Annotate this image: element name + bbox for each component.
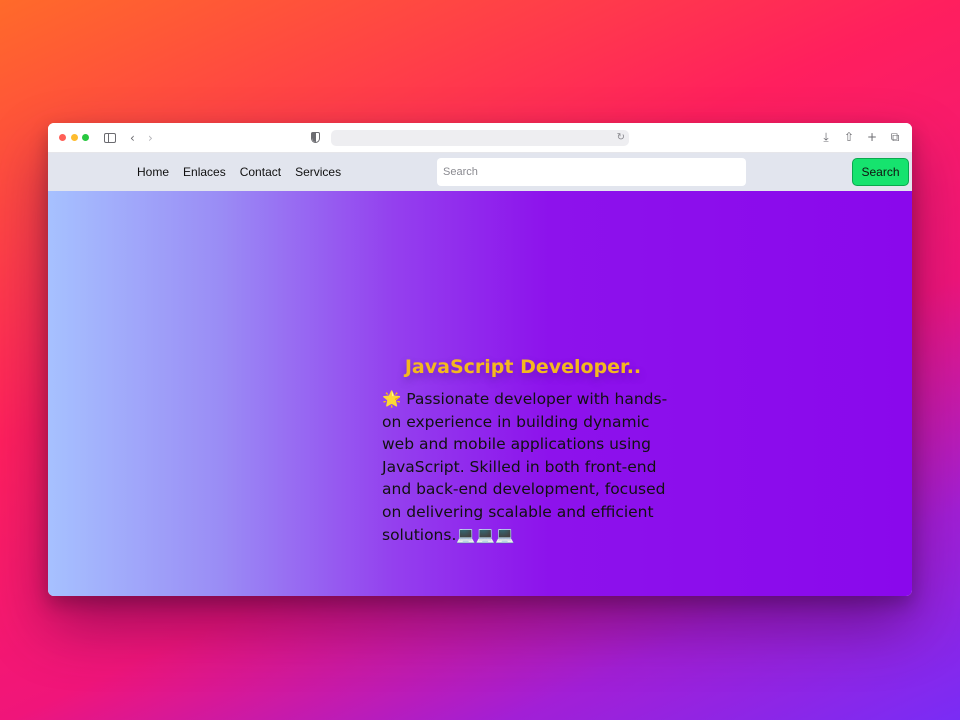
chevron-left-icon[interactable]: ‹: [130, 130, 135, 146]
nav-link-services[interactable]: Services: [295, 165, 341, 179]
nav-link-enlaces[interactable]: Enlaces: [183, 165, 226, 179]
nav-link-contact[interactable]: Contact: [240, 165, 281, 179]
chevron-right-icon[interactable]: ›: [148, 130, 153, 146]
site-navbar: Home Enlaces Contact Services Search: [48, 153, 912, 191]
address-bar[interactable]: ↻: [331, 130, 629, 146]
sidebar-icon[interactable]: [104, 133, 116, 143]
close-window-button[interactable]: [59, 134, 66, 141]
browser-toolbar: ‹ › ↻ ⤓ ⇧ + ⧉: [48, 123, 912, 153]
tabs-overview-icon[interactable]: ⧉: [888, 129, 902, 145]
hero-description: 🌟 Passionate developer with hands-on exp…: [382, 390, 668, 544]
zoom-window-button[interactable]: [82, 134, 89, 141]
browser-window: ‹ › ↻ ⤓ ⇧ + ⧉ Home Enlaces Contact Servi…: [48, 123, 912, 596]
shield-icon[interactable]: [311, 132, 320, 143]
minimize-window-button[interactable]: [71, 134, 78, 141]
download-icon[interactable]: ⤓: [819, 129, 833, 145]
plus-icon[interactable]: +: [865, 129, 879, 145]
hero-section: JavaScript Developer.. 🌟 Passionate deve…: [48, 191, 912, 596]
search-input[interactable]: [437, 158, 746, 186]
nav-link-home[interactable]: Home: [137, 165, 169, 179]
reload-icon[interactable]: ↻: [617, 130, 625, 146]
search-button[interactable]: Search: [852, 158, 909, 186]
share-icon[interactable]: ⇧: [842, 129, 856, 145]
hero-title: JavaScript Developer..: [404, 356, 642, 378]
nav-links: Home Enlaces Contact Services: [137, 153, 341, 191]
